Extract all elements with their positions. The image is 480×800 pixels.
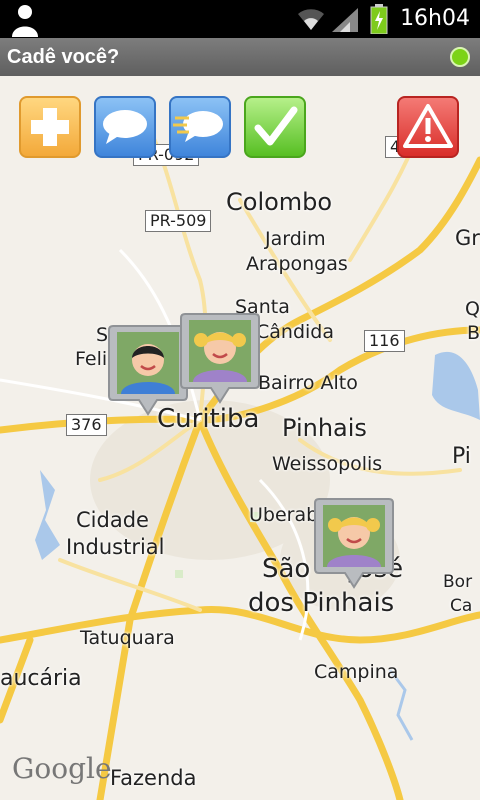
place-label: Weissopolis — [272, 453, 383, 475]
warning-icon — [403, 104, 453, 148]
google-attribution: Google — [12, 752, 112, 785]
person-icon — [12, 5, 38, 37]
place-label: Gr — [455, 226, 480, 250]
place-label: Jardim — [265, 228, 326, 250]
route-shield: 376 — [66, 414, 107, 436]
place-label: Campina — [314, 661, 399, 683]
place-label: São — [262, 554, 311, 584]
map-view[interactable]: Colombo Jardim Arapongas Santa Cândida S… — [0, 76, 480, 800]
place-label: Q — [465, 298, 480, 320]
place-label: Feli — [75, 348, 108, 370]
fast-speech-bubble-icon — [173, 111, 223, 142]
place-label: Cidade — [76, 508, 149, 532]
battery-charging-icon — [370, 4, 388, 34]
fast-message-button[interactable] — [169, 96, 231, 158]
alert-button[interactable] — [397, 96, 459, 158]
place-label: Bairro Alto — [258, 372, 358, 394]
place-label: Pi — [452, 444, 471, 469]
signal-icon — [332, 8, 358, 32]
add-button[interactable] — [19, 96, 81, 158]
place-label: dos Pinhais — [248, 588, 395, 618]
app-title-bar: Cadê você? — [0, 38, 480, 76]
place-label: Fazenda — [110, 766, 197, 790]
route-shield: PR-509 — [145, 210, 212, 232]
status-bar: 16h04 — [0, 0, 480, 38]
place-label: Tatuquara — [80, 627, 175, 649]
message-button[interactable] — [94, 96, 156, 158]
place-label: Pinhais — [282, 414, 367, 442]
clock: 16h04 — [400, 6, 470, 31]
place-label: Uberab — [249, 504, 319, 526]
plus-icon — [31, 108, 69, 146]
place-label: B — [467, 322, 480, 344]
check-button[interactable] — [244, 96, 306, 158]
place-label: Bor — [443, 572, 473, 592]
place-label: Colombo — [226, 188, 333, 216]
checkmark-icon — [254, 106, 298, 146]
place-label: Ca — [450, 596, 473, 616]
wifi-icon — [298, 9, 324, 31]
place-label: aucária — [0, 666, 82, 691]
map-canvas[interactable] — [0, 76, 480, 800]
place-label: Cândida — [256, 321, 334, 343]
marker-boy[interactable] — [107, 322, 189, 418]
speech-bubble-icon — [103, 110, 147, 144]
status-dot — [450, 47, 470, 67]
place-label: Industrial — [66, 535, 165, 559]
marker-girl-1[interactable] — [179, 310, 261, 406]
marker-girl-2[interactable] — [313, 495, 395, 591]
place-label: Arapongas — [246, 253, 348, 275]
app-title: Cadê você? — [7, 46, 120, 68]
route-shield: 116 — [364, 330, 405, 352]
